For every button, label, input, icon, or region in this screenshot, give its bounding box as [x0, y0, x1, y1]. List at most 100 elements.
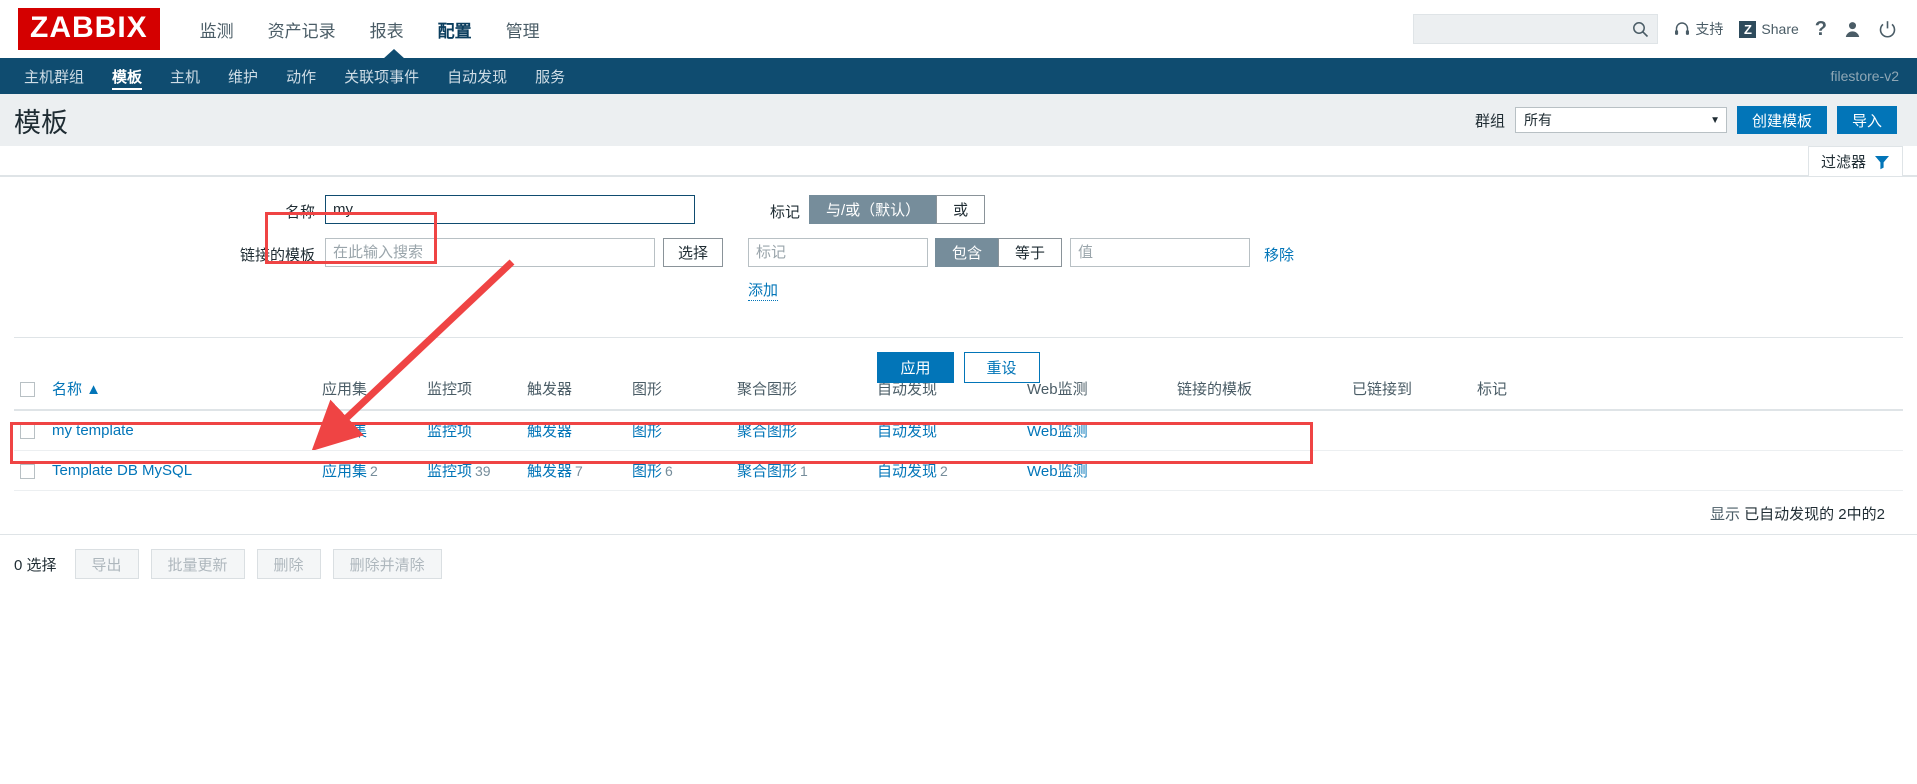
summary-prefix: 显示 — [1709, 506, 1740, 523]
row-linked-templates-cell — [1171, 410, 1346, 451]
select-template-button[interactable]: 选择 — [663, 238, 724, 267]
tag-remove-link[interactable]: 移除 — [1264, 238, 1294, 265]
triggers-link[interactable]: 触发器 — [527, 423, 572, 440]
subnav-item-host-groups[interactable]: 主机群组 — [10, 58, 98, 94]
discovery-link[interactable]: 自动发现 — [877, 463, 937, 480]
tag-filter-group: 包含 等于 移除 添加 — [748, 238, 1294, 301]
graphs-link[interactable]: 图形 — [632, 423, 662, 440]
search-icon[interactable] — [1632, 21, 1649, 38]
subnav-item-discovery[interactable]: 自动发现 — [433, 58, 521, 94]
sub-navigation: 主机群组 模板 主机 维护 动作 关联项事件 自动发现 服务 filestore… — [0, 49, 1917, 94]
group-filter-label: 群组 — [1474, 112, 1505, 130]
items-link[interactable]: 监控项 — [427, 423, 472, 440]
page-header: 模板 群组 所有 ▼ 创建模板 导入 — [0, 94, 1917, 146]
applications-link[interactable]: 应用集 — [322, 463, 367, 480]
group-select[interactable]: 所有 ▼ — [1514, 107, 1727, 133]
graphs-count: 6 — [665, 463, 673, 479]
nav-item-administration[interactable]: 管理 — [506, 13, 540, 46]
subnav-item-hosts[interactable]: 主机 — [156, 58, 214, 94]
row-discovery-cell: 自动发现 — [871, 410, 1021, 451]
nav-item-reports[interactable]: 报表 — [370, 13, 404, 46]
select-all-checkbox[interactable] — [20, 381, 35, 397]
row-linked-to-cell — [1346, 450, 1471, 491]
create-template-button[interactable]: 创建模板 — [1736, 106, 1827, 134]
template-name-link[interactable]: Template DB MySQL — [52, 462, 192, 479]
export-button[interactable]: 导出 — [74, 549, 139, 579]
web-link[interactable]: Web监测 — [1027, 463, 1088, 480]
table-row[interactable]: my template 应用集 监控项 触发器 图形 聚合图形 自动发现 Web… — [14, 410, 1903, 451]
subnav-item-event-correlation[interactable]: 关联项事件 — [330, 58, 433, 94]
result-summary: 显示 已自动发现的 2中的2 — [14, 491, 1903, 534]
delete-and-clear-button[interactable]: 删除并清除 — [332, 549, 442, 579]
screens-link[interactable]: 聚合图形 — [737, 423, 797, 440]
row-checkbox[interactable] — [20, 463, 35, 479]
summary-text: 已自动发现的 2中的2 — [1744, 506, 1885, 523]
apply-button[interactable]: 应用 — [877, 352, 954, 383]
graphs-link[interactable]: 图形 — [632, 463, 662, 480]
tag-value-input[interactable] — [1070, 238, 1251, 267]
tag-add-link[interactable]: 添加 — [748, 279, 779, 301]
triggers-count: 7 — [575, 463, 583, 479]
row-select-cell — [14, 450, 46, 491]
row-select-cell — [14, 410, 46, 451]
tag-logic-toggle[interactable]: 与/或（默认） 或 — [809, 195, 986, 224]
nav-item-monitoring[interactable]: 监测 — [200, 13, 234, 46]
chevron-down-icon: ▼ — [1710, 114, 1720, 126]
row-linked-to-cell — [1346, 410, 1471, 451]
subnav-item-maintenance[interactable]: 维护 — [214, 58, 272, 94]
applications-count: 2 — [370, 463, 378, 479]
nav-item-inventory[interactable]: 资产记录 — [268, 13, 336, 46]
subnav-item-templates[interactable]: 模板 — [98, 58, 156, 94]
filter-name-label: 名称 — [284, 204, 315, 221]
reset-button[interactable]: 重设 — [963, 352, 1040, 383]
discovery-link[interactable]: 自动发现 — [877, 423, 937, 440]
filter-linked-label: 链接的模板 — [239, 247, 315, 264]
items-link[interactable]: 监控项 — [427, 463, 472, 480]
nav-item-configuration[interactable]: 配置 — [438, 13, 472, 46]
screens-link[interactable]: 聚合图形 — [737, 463, 797, 480]
subnav-item-actions[interactable]: 动作 — [272, 58, 330, 94]
web-link[interactable]: Web监测 — [1027, 423, 1088, 440]
search-input[interactable] — [1424, 20, 1633, 38]
import-button[interactable]: 导入 — [1836, 106, 1897, 134]
share-link[interactable]: Z Share — [1739, 20, 1799, 38]
applications-link[interactable]: 应用集 — [322, 423, 367, 440]
help-icon[interactable]: ? — [1815, 18, 1827, 41]
funnel-icon — [1874, 154, 1890, 170]
row-tags-cell — [1471, 410, 1903, 451]
triggers-link[interactable]: 触发器 — [527, 463, 572, 480]
row-name-cell: Template DB MySQL — [46, 450, 316, 491]
global-search[interactable] — [1413, 14, 1659, 44]
filter-tab[interactable]: 过滤器 — [1807, 146, 1903, 176]
header-actions: 支持 Z Share ? — [1413, 14, 1897, 44]
top-header: ZABBIX 监测 资产记录 报表 配置 管理 支持 Z Share ? — [0, 0, 1917, 58]
tag-operator-equals[interactable]: 等于 — [998, 238, 1063, 267]
filter-tab-row: 过滤器 — [0, 146, 1917, 176]
row-triggers-cell: 触发器 — [521, 410, 626, 451]
zabbix-share-icon: Z — [1739, 20, 1757, 38]
screens-count: 1 — [800, 463, 808, 479]
filter-name-input[interactable] — [325, 195, 695, 224]
support-link[interactable]: 支持 — [1674, 19, 1723, 39]
row-applications-cell: 应用集 2 — [316, 450, 421, 491]
power-icon[interactable] — [1878, 20, 1897, 39]
filter-panel: 名称 标记 与/或（默认） 或 链接的模板 选择 包含 等于 移除 添加 — [0, 176, 1917, 383]
tag-logic-or[interactable]: 或 — [936, 195, 986, 224]
tag-name-input[interactable] — [748, 238, 929, 267]
table-row[interactable]: Template DB MySQL 应用集 2 监控项 39 触发器 7 图形 6 聚合… — [14, 450, 1903, 491]
template-name-link[interactable]: my template — [52, 422, 134, 439]
subnav-item-services[interactable]: 服务 — [521, 58, 579, 94]
row-checkbox[interactable] — [20, 423, 35, 439]
delete-button[interactable]: 删除 — [256, 549, 321, 579]
filter-linked-input[interactable] — [325, 238, 655, 267]
templates-table-wrap: 名称 ▲ 应用集 监控项 触发器 图形 聚合图形 自动发现 Web监测 链接的模… — [0, 368, 1917, 534]
user-icon[interactable] — [1843, 20, 1862, 39]
row-screens-cell: 聚合图形 — [731, 410, 871, 451]
tag-logic-andor[interactable]: 与/或（默认） — [809, 195, 938, 224]
tag-operator-toggle[interactable]: 包含 等于 — [935, 238, 1063, 267]
row-web-cell: Web监测 — [1021, 410, 1171, 451]
tag-operator-contains[interactable]: 包含 — [935, 238, 1000, 267]
row-tags-cell — [1471, 450, 1903, 491]
zabbix-logo[interactable]: ZABBIX — [18, 8, 160, 50]
mass-update-button[interactable]: 批量更新 — [150, 549, 245, 579]
